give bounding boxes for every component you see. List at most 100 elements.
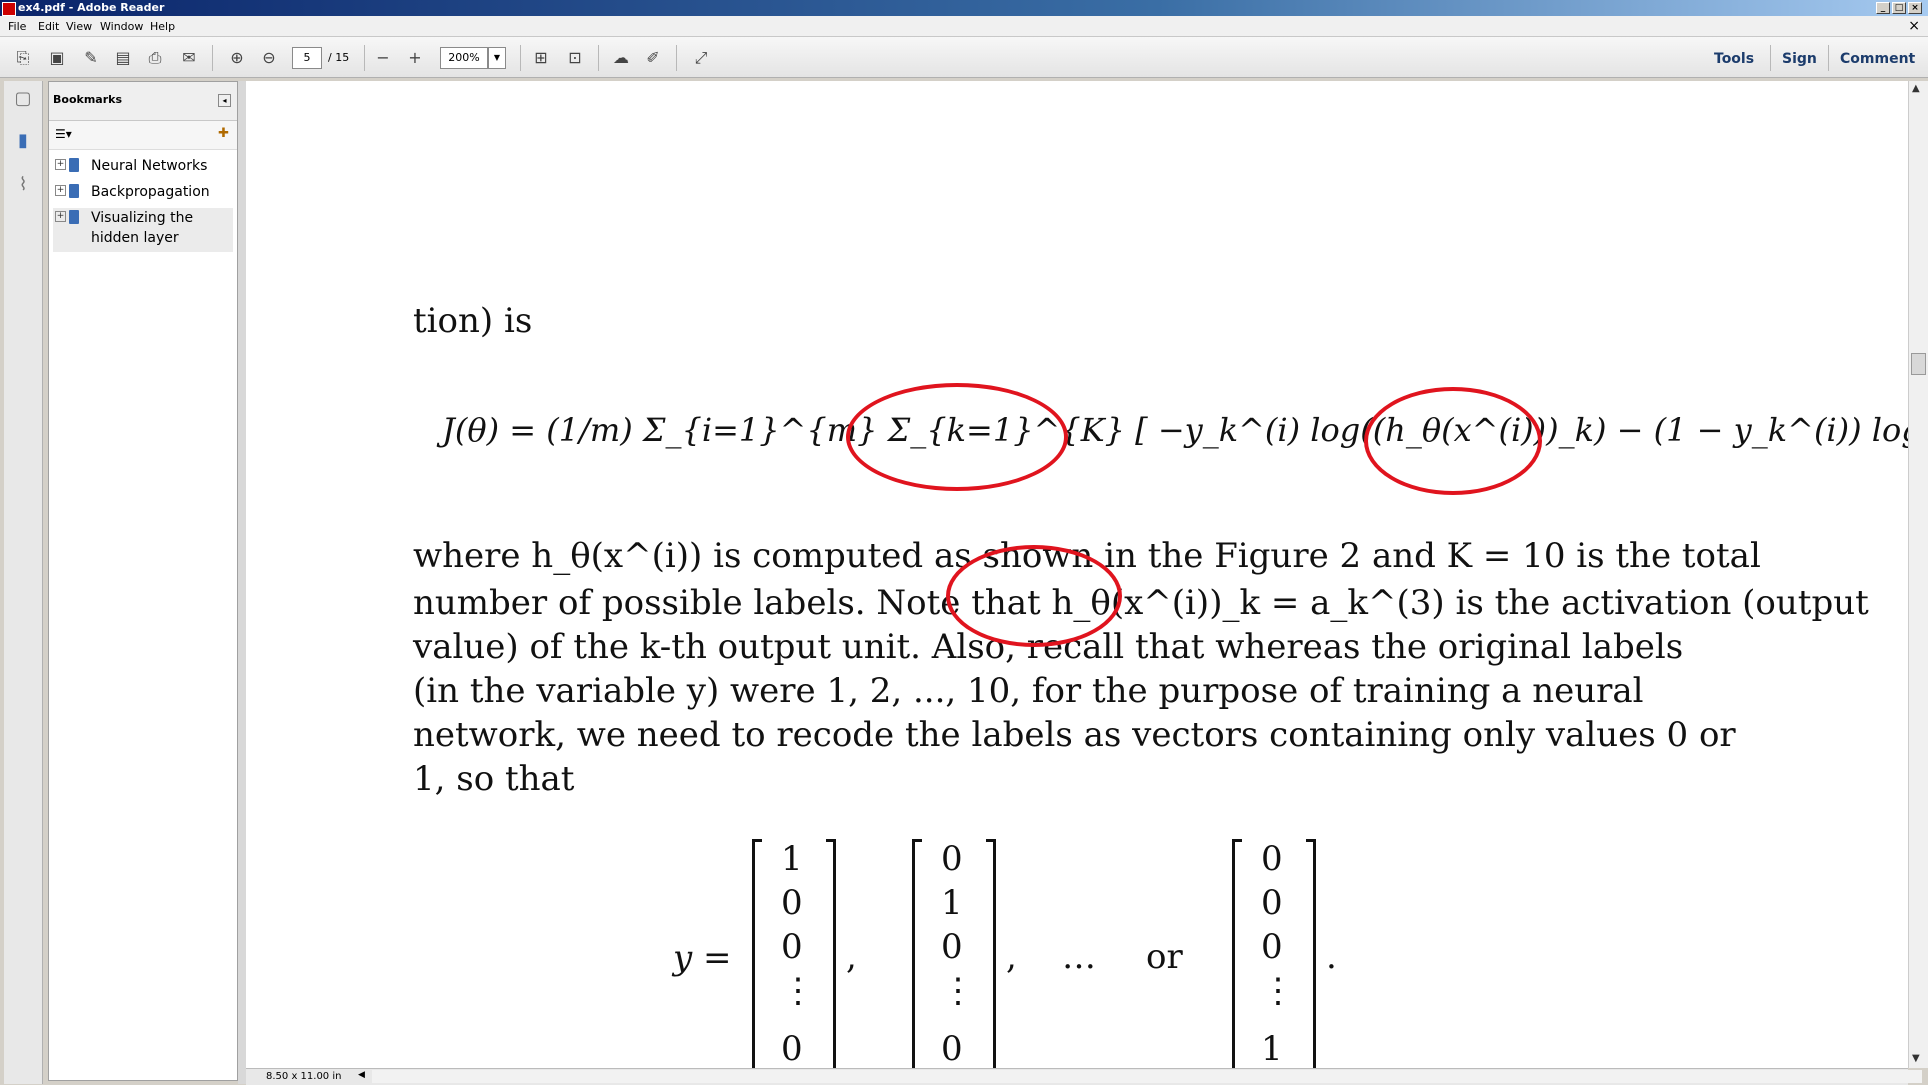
scroll-left-icon[interactable]: ◀ xyxy=(358,1070,365,1080)
red-circle-annotation[interactable] xyxy=(946,545,1122,647)
maximize-button[interactable]: □ xyxy=(1892,2,1906,14)
new-bookmark-icon[interactable]: ✚ xyxy=(218,126,229,141)
page-total: / 15 xyxy=(328,51,350,64)
comment-link[interactable]: Comment xyxy=(1840,51,1915,67)
attachments-icon[interactable]: ⌇ xyxy=(12,173,34,197)
bookmark-icon xyxy=(69,184,79,198)
previous-page-icon[interactable]: ⊕ xyxy=(226,47,248,69)
sticky-note-icon[interactable]: ☁ xyxy=(610,47,632,69)
bookmarks-title: Bookmarks xyxy=(53,93,122,106)
red-circle-annotation[interactable] xyxy=(846,383,1068,491)
page-thumbnails-icon[interactable]: ▢ xyxy=(12,87,34,111)
doc-text-line: number of possible labels. Note that h_θ… xyxy=(413,583,1869,623)
bookmark-icon xyxy=(69,158,79,172)
bookmarks-icon[interactable]: ▮ xyxy=(12,129,34,153)
bookmark-label: Backpropagation xyxy=(91,184,210,200)
window-title: ex4.pdf - Adobe Reader xyxy=(18,1,165,14)
print-icon[interactable]: ⎙ xyxy=(144,47,166,69)
menu-window[interactable]: Window xyxy=(100,20,143,33)
bookmark-item-selected[interactable]: + Visualizing the hidden layer xyxy=(53,208,233,252)
collapse-panel-icon[interactable]: ◂ xyxy=(218,94,231,107)
expand-icon[interactable]: + xyxy=(55,159,66,170)
toolbar: ⎘ ▣ ✎ ▤ ⎙ ✉ ⊕ ⊖ 5 / 15 − + 200% ▼ ⊞ ⊡ ☁ … xyxy=(0,37,1928,78)
sign-link[interactable]: Sign xyxy=(1782,51,1817,67)
vector-or: or xyxy=(1146,937,1183,977)
navigation-pane: ▢ ▮ ⌇ xyxy=(4,81,43,1084)
highlight-icon[interactable]: ✐ xyxy=(642,47,664,69)
doc-text-line: network, we need to recode the labels as… xyxy=(413,715,1736,755)
vector-separator: , xyxy=(1006,937,1017,977)
vector-entry: 0 xyxy=(941,1029,963,1068)
vector-entry: 0 xyxy=(941,927,963,967)
fit-width-icon[interactable]: ⊡ xyxy=(564,47,586,69)
doc-text-line: (in the variable y) were 1, 2, ..., 10, … xyxy=(413,671,1644,711)
vector-bracket: 1 0 0 ⋮ 0 xyxy=(752,839,836,1068)
vector-entry: 0 xyxy=(941,839,963,879)
close-button[interactable]: × xyxy=(1908,2,1922,14)
vector-entry: 0 xyxy=(781,1029,803,1068)
options-menu-icon[interactable]: ☰▾ xyxy=(55,127,72,141)
panel-splitter[interactable] xyxy=(238,81,246,1084)
vector-separator: , xyxy=(846,937,857,977)
menu-file[interactable]: File xyxy=(8,20,26,33)
zoom-input[interactable]: 200% xyxy=(440,47,488,69)
horizontal-scrollbar[interactable] xyxy=(372,1070,1922,1083)
close-document-icon[interactable]: × xyxy=(1908,18,1920,34)
open-file-icon[interactable]: ▣ xyxy=(46,47,68,69)
title-bar: ex4.pdf - Adobe Reader _ □ × xyxy=(0,0,1928,16)
save-icon[interactable]: ▤ xyxy=(112,47,134,69)
vector-entry: ⋮ xyxy=(1261,971,1295,1011)
scroll-thumb[interactable] xyxy=(1911,353,1926,375)
status-bar: 8.50 x 11.00 in ◀ xyxy=(246,1068,1922,1085)
scroll-up-icon[interactable]: ▲ xyxy=(1912,83,1920,94)
vector-entry: 0 xyxy=(781,927,803,967)
doc-text-line: 1, so that xyxy=(413,759,575,799)
vector-entry: 1 xyxy=(781,839,803,879)
full-screen-icon[interactable]: ⤢ xyxy=(690,47,712,69)
red-circle-annotation[interactable] xyxy=(1364,387,1542,495)
zoom-out-icon[interactable]: − xyxy=(372,47,394,69)
vector-entry: 0 xyxy=(1261,927,1283,967)
zoom-in-icon[interactable]: + xyxy=(404,47,426,69)
menu-help[interactable]: Help xyxy=(150,20,175,33)
bookmark-label: Visualizing the hidden layer xyxy=(91,210,194,246)
page-number-input[interactable]: 5 xyxy=(292,47,322,69)
vector-period: . xyxy=(1326,937,1337,977)
cost-function-formula: J(θ) = (1/m) Σ_{i=1}^{m} Σ_{k=1}^{K} [ −… xyxy=(442,411,1908,449)
vector-entry: 0 xyxy=(1261,883,1283,923)
vector-bracket: 0 1 0 ⋮ 0 xyxy=(912,839,996,1068)
vector-entry: 1 xyxy=(941,883,963,923)
create-pdf-icon[interactable]: ⎘ xyxy=(12,47,34,69)
vector-bracket: 0 0 0 ⋮ 1 xyxy=(1232,839,1316,1068)
vector-entry: ⋮ xyxy=(781,971,815,1011)
expand-icon[interactable]: + xyxy=(55,185,66,196)
vector-label: y = xyxy=(673,938,732,978)
vertical-scrollbar[interactable]: ▲ ▼ xyxy=(1908,81,1928,1068)
zoom-dropdown-icon[interactable]: ▼ xyxy=(488,47,506,69)
expand-icon[interactable]: + xyxy=(55,211,66,222)
menu-view[interactable]: View xyxy=(66,20,92,33)
vector-entry: 0 xyxy=(1261,839,1283,879)
fit-page-icon[interactable]: ⊞ xyxy=(530,47,552,69)
minimize-button[interactable]: _ xyxy=(1876,2,1890,14)
bookmark-label: Neural Networks xyxy=(91,158,208,174)
doc-text-intro: tion) is xyxy=(413,301,533,341)
bookmarks-header: Bookmarks ◂ xyxy=(49,82,237,121)
page-size-label: 8.50 x 11.00 in xyxy=(266,1071,342,1082)
adobe-reader-icon xyxy=(2,2,16,16)
vector-entry: 0 xyxy=(781,883,803,923)
vector-entry: ⋮ xyxy=(941,971,975,1011)
vector-entry: 1 xyxy=(1261,1029,1283,1068)
bookmark-icon xyxy=(69,210,79,224)
document-view[interactable]: tion) is J(θ) = (1/m) Σ_{i=1}^{m} Σ_{k=1… xyxy=(246,81,1908,1068)
edit-icon[interactable]: ✎ xyxy=(80,47,102,69)
menu-bar: File Edit View Window Help × xyxy=(0,16,1928,37)
scroll-down-icon[interactable]: ▼ xyxy=(1912,1053,1920,1064)
bookmarks-toolbar: ☰▾ ✚ xyxy=(49,121,237,150)
menu-edit[interactable]: Edit xyxy=(38,20,59,33)
email-icon[interactable]: ✉ xyxy=(178,47,200,69)
next-page-icon[interactable]: ⊖ xyxy=(258,47,280,69)
bookmarks-panel: Bookmarks ◂ ☰▾ ✚ + Neural Networks + Bac… xyxy=(48,81,238,1081)
tools-link[interactable]: Tools xyxy=(1714,51,1754,67)
vector-ellipsis: … xyxy=(1062,937,1096,977)
